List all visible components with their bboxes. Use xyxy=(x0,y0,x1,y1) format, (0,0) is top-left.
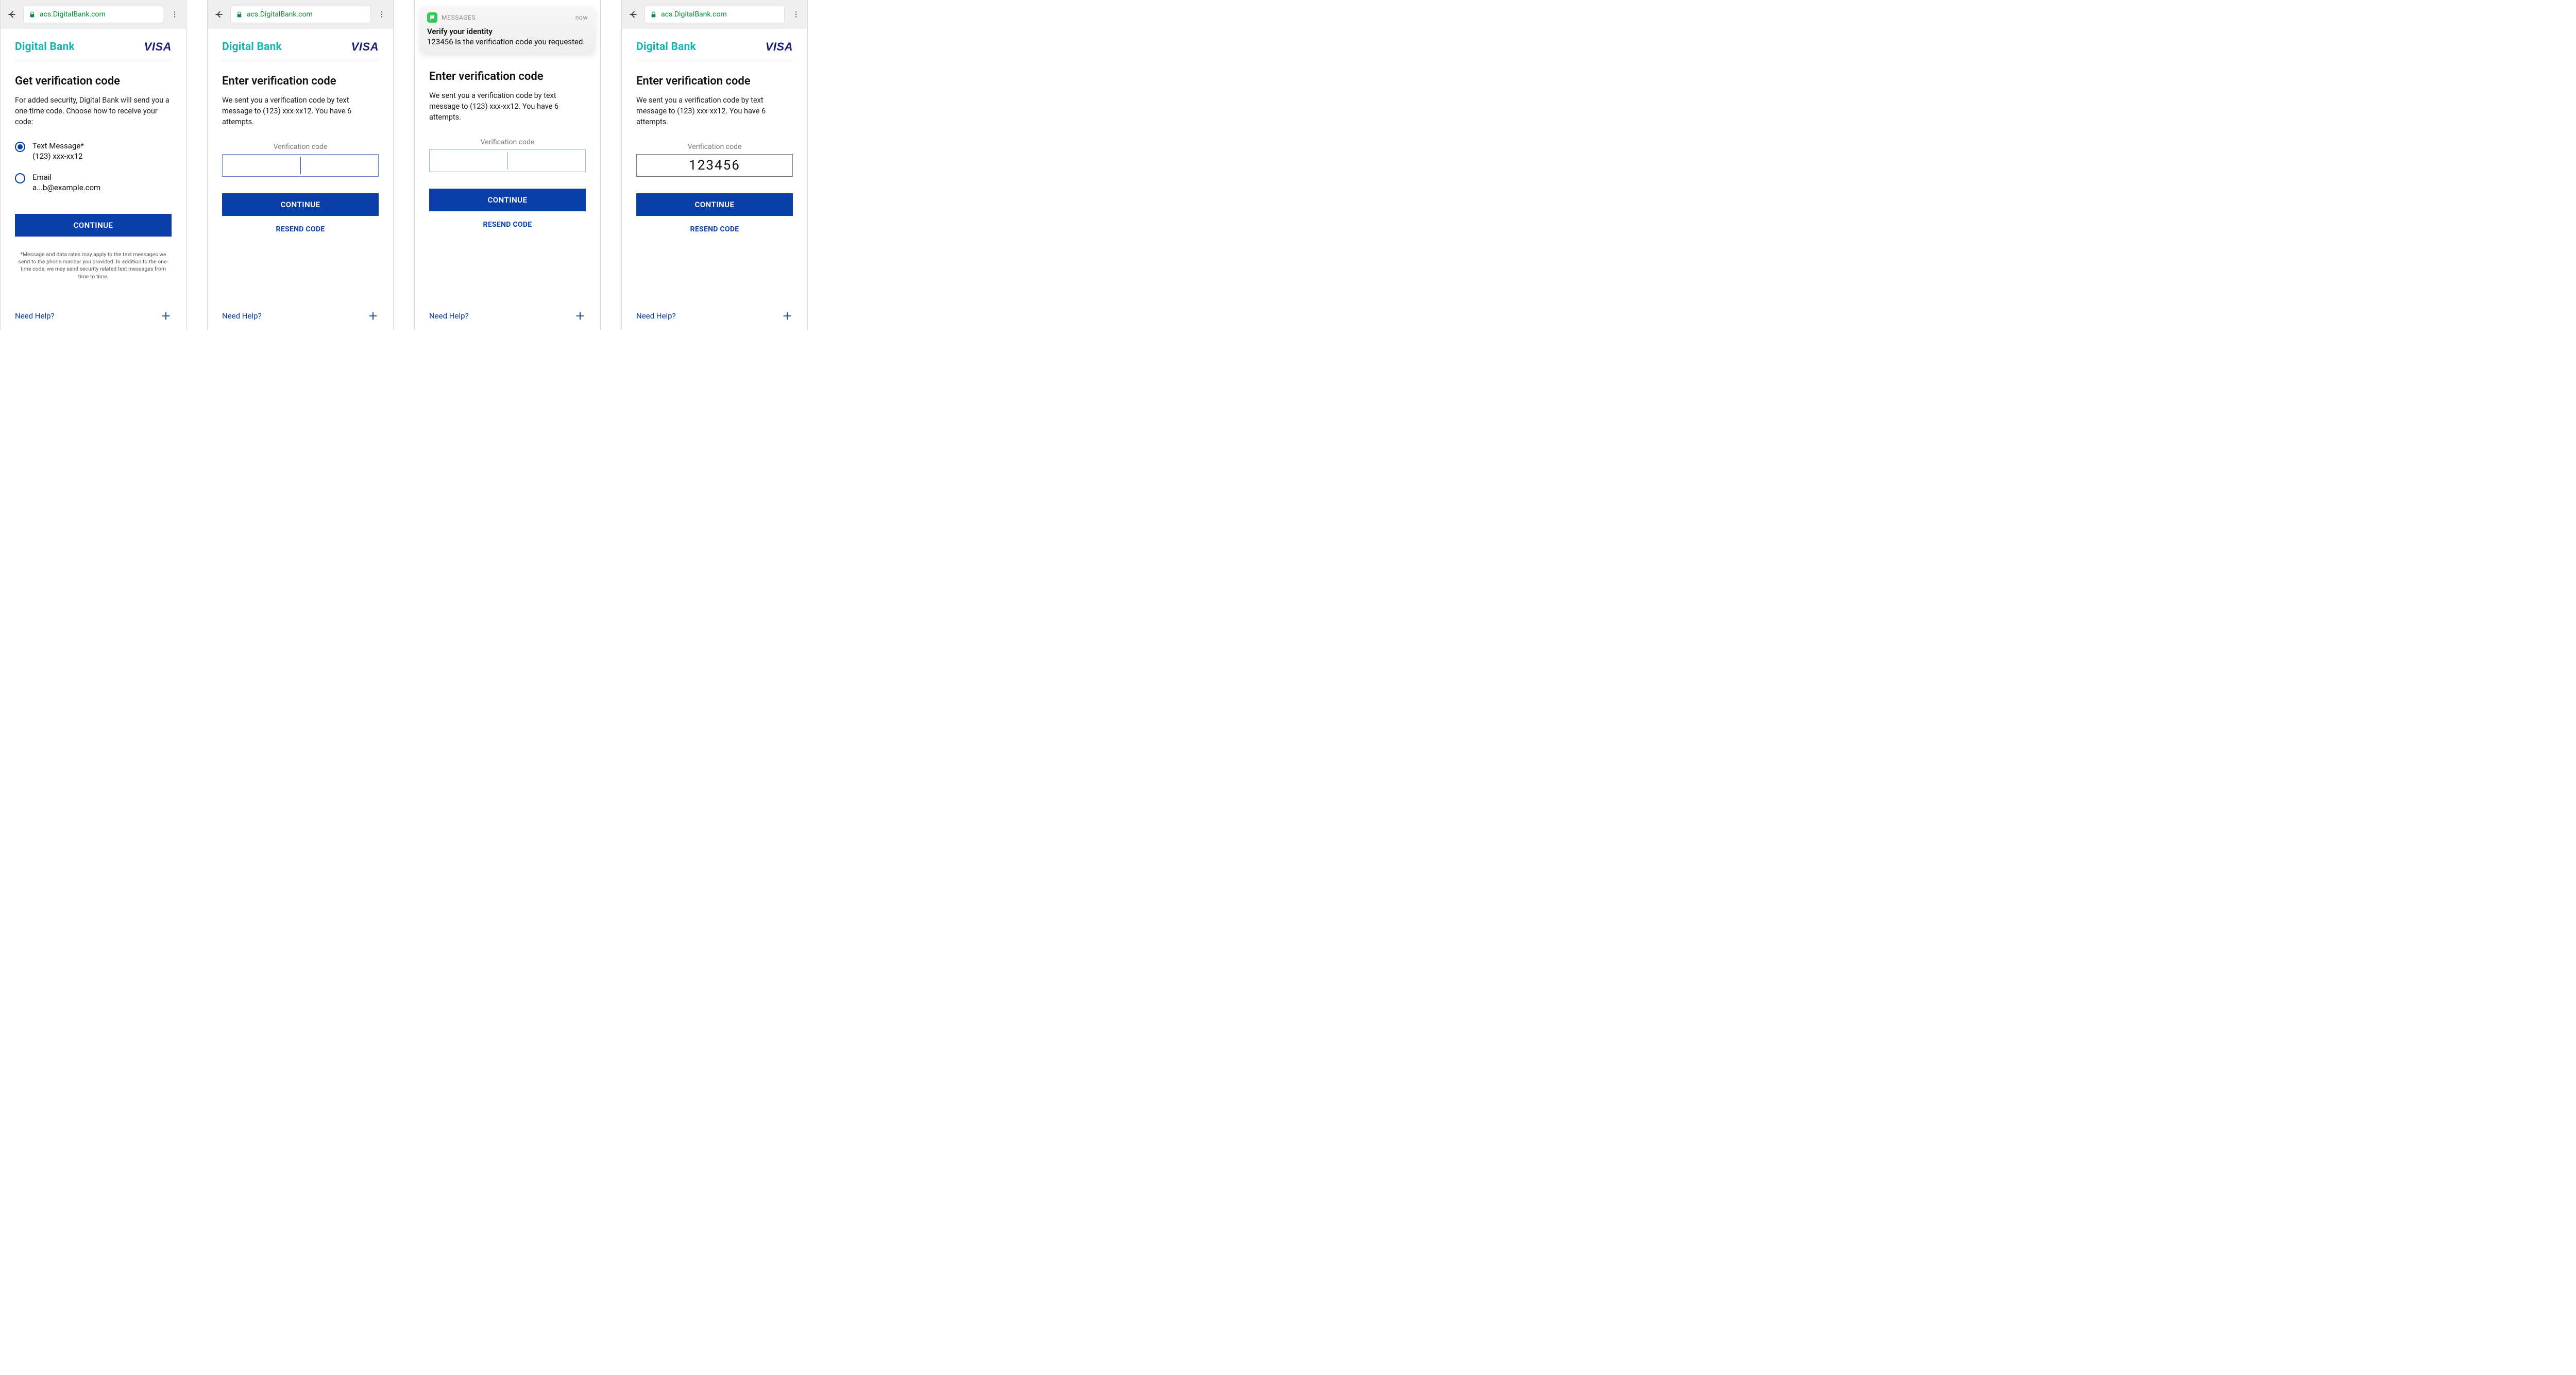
plus-icon[interactable] xyxy=(574,310,586,322)
kebab-icon xyxy=(378,10,386,19)
push-notification[interactable]: MESSAGES now Verify your identity 123456… xyxy=(420,6,595,54)
screen-enter-code-empty: acs.DigitalBank.com Digital Bank VISA En… xyxy=(207,0,394,330)
radio-selected-icon xyxy=(15,142,25,152)
back-button[interactable] xyxy=(211,6,227,23)
browser-topbar: acs.DigitalBank.com xyxy=(1,0,186,29)
code-field-label: Verification code xyxy=(429,138,586,146)
plus-icon[interactable] xyxy=(367,310,379,322)
page-body: We sent you a verification code by text … xyxy=(222,95,379,127)
code-field-label: Verification code xyxy=(636,143,793,151)
merchant-header: Digital Bank VISA xyxy=(15,40,172,61)
notification-body: 123456 is the verification code you requ… xyxy=(427,37,588,46)
option-value: (123) xxx-xx12 xyxy=(32,152,84,161)
merchant-name: Digital Bank xyxy=(15,41,75,53)
back-button[interactable] xyxy=(4,6,20,23)
option-label: Text Message* xyxy=(32,141,84,152)
continue-button[interactable]: CONTINUE xyxy=(222,193,379,216)
merchant-name: Digital Bank xyxy=(636,41,696,53)
plus-icon[interactable] xyxy=(160,310,172,322)
merchant-header: Digital Bank VISA xyxy=(636,40,793,61)
network-logo: VISA xyxy=(766,40,793,54)
help-link[interactable]: Need Help? xyxy=(15,311,55,321)
sms-disclaimer: *Message and data rates may apply to the… xyxy=(15,251,172,280)
footer: Need Help? xyxy=(1,310,186,330)
resend-code-link[interactable]: RESEND CODE xyxy=(429,221,586,229)
option-text-message[interactable]: Text Message* (123) xxx-xx12 xyxy=(15,141,172,161)
lock-icon xyxy=(29,11,36,18)
network-logo: VISA xyxy=(351,40,379,54)
arrow-left-icon xyxy=(214,9,224,20)
help-link[interactable]: Need Help? xyxy=(429,311,469,321)
browser-topbar: acs.DigitalBank.com xyxy=(208,0,393,29)
option-email[interactable]: Email a...b@example.com xyxy=(15,172,172,192)
text-cursor-icon xyxy=(300,157,301,174)
url-bar[interactable]: acs.DigitalBank.com xyxy=(230,6,370,23)
page-body: We sent you a verification code by text … xyxy=(636,95,793,127)
page-heading: Enter verification code xyxy=(222,75,379,88)
notification-title: Verify your identity xyxy=(427,27,588,36)
page-content: Digital Bank VISA Enter verification cod… xyxy=(415,29,600,310)
browser-topbar: acs.DigitalBank.com xyxy=(622,0,807,29)
page-content: Digital Bank VISA Get verification code … xyxy=(1,29,186,310)
plus-icon[interactable] xyxy=(782,310,793,322)
page-heading: Enter verification code xyxy=(636,75,793,88)
notification-timestamp: now xyxy=(575,14,588,21)
notification-header: MESSAGES now xyxy=(427,12,588,23)
page-content: Digital Bank VISA Enter verification cod… xyxy=(208,29,393,310)
lock-icon xyxy=(650,11,657,18)
lock-icon xyxy=(236,11,243,18)
screen-enter-code-filled: acs.DigitalBank.com Digital Bank VISA En… xyxy=(621,0,808,330)
radio-unselected-icon xyxy=(15,173,25,183)
screen-enter-code-notification: MESSAGES now Verify your identity 123456… xyxy=(414,0,601,330)
continue-button[interactable]: CONTINUE xyxy=(636,193,793,216)
verification-code-input[interactable]: 123456 xyxy=(636,154,793,177)
arrow-left-icon xyxy=(7,9,17,20)
page-body: We sent you a verification code by text … xyxy=(429,90,586,123)
url-text: acs.DigitalBank.com xyxy=(661,10,727,19)
merchant-name: Digital Bank xyxy=(222,41,282,53)
help-link[interactable]: Need Help? xyxy=(222,311,262,321)
network-logo: VISA xyxy=(144,40,172,54)
footer: Need Help? xyxy=(415,310,600,330)
url-text: acs.DigitalBank.com xyxy=(40,10,106,19)
verification-code-input[interactable] xyxy=(222,154,379,177)
url-text: acs.DigitalBank.com xyxy=(247,10,313,19)
kebab-icon xyxy=(792,10,800,19)
verification-code-value: 123456 xyxy=(689,158,740,173)
option-label: Email xyxy=(32,172,100,183)
url-bar[interactable]: acs.DigitalBank.com xyxy=(645,6,785,23)
back-button[interactable] xyxy=(625,6,641,23)
continue-button[interactable]: CONTINUE xyxy=(429,189,586,211)
page-body: For added security, Digital Bank will se… xyxy=(15,95,172,127)
merchant-header: Digital Bank VISA xyxy=(222,40,379,61)
overflow-menu-button[interactable] xyxy=(788,6,804,23)
page-heading: Get verification code xyxy=(15,75,172,88)
page-heading: Enter verification code xyxy=(429,70,586,83)
verification-code-input[interactable] xyxy=(429,149,586,172)
url-bar[interactable]: acs.DigitalBank.com xyxy=(23,6,163,23)
footer: Need Help? xyxy=(208,310,393,330)
page-content: Digital Bank VISA Enter verification cod… xyxy=(622,29,807,310)
option-value: a...b@example.com xyxy=(32,183,100,192)
help-link[interactable]: Need Help? xyxy=(636,311,676,321)
arrow-left-icon xyxy=(628,9,638,20)
kebab-icon xyxy=(171,10,179,19)
continue-button[interactable]: CONTINUE xyxy=(15,214,172,237)
overflow-menu-button[interactable] xyxy=(166,6,183,23)
code-field-label: Verification code xyxy=(222,143,379,151)
resend-code-link[interactable]: RESEND CODE xyxy=(636,225,793,233)
notification-app-name: MESSAGES xyxy=(442,14,476,21)
delivery-options: Text Message* (123) xxx-xx12 Email a...b… xyxy=(15,141,172,204)
text-cursor-icon xyxy=(507,152,508,170)
screen-get-code: acs.DigitalBank.com Digital Bank VISA Ge… xyxy=(0,0,187,330)
footer: Need Help? xyxy=(622,310,807,330)
overflow-menu-button[interactable] xyxy=(374,6,390,23)
messages-app-icon xyxy=(427,12,437,23)
resend-code-link[interactable]: RESEND CODE xyxy=(222,225,379,233)
